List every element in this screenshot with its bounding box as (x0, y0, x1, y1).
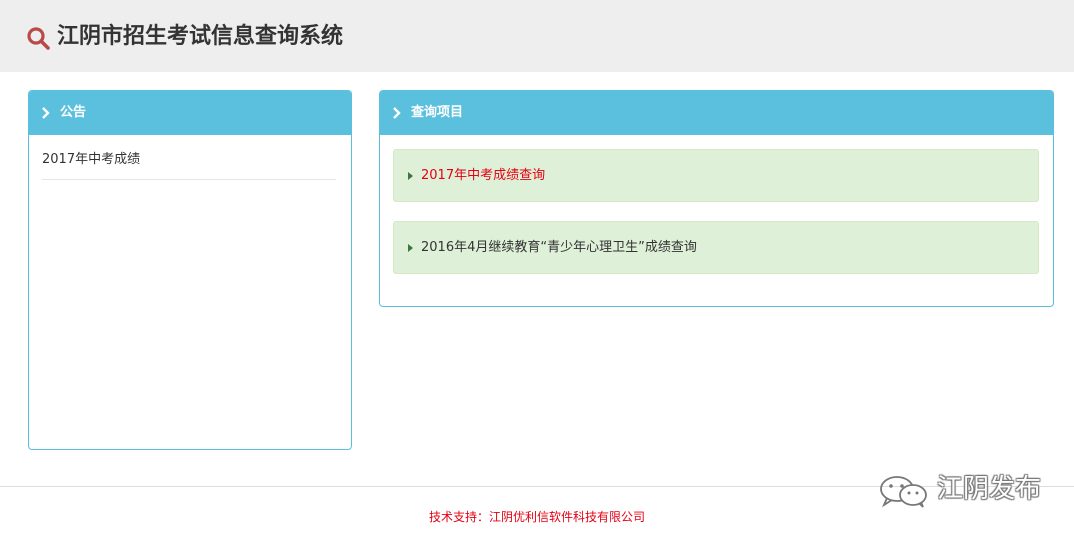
notice-panel: 公告 2017年中考成绩 (28, 90, 352, 450)
notice-panel-title: 公告 (60, 105, 87, 120)
watermark-text: 江阴发布 (937, 474, 1042, 504)
notice-item-2017-zhongkao[interactable]: 2017年中考成绩 (42, 149, 336, 180)
page-header: 江阴市招生考试信息查询系统 (0, 0, 1074, 72)
watermark: 江阴发布 (877, 470, 1057, 510)
page-title: 江阴市招生考试信息查询系统 (57, 24, 344, 49)
caret-right-icon (408, 172, 413, 180)
query-panel-heading: 查询项目 (380, 91, 1053, 135)
search-icon (27, 27, 50, 50)
query-panel: 查询项目 2017年中考成绩查询 2016年4月继续教育“青少年心理卫生”成绩查… (379, 90, 1054, 307)
query-item-label[interactable]: 2017年中考成绩查询 (421, 166, 545, 186)
wechat-icon (880, 476, 927, 508)
chevron-right-icon (393, 107, 401, 119)
caret-right-icon (408, 244, 413, 252)
query-item-2017-zhongkao[interactable]: 2017年中考成绩查询 (393, 149, 1039, 202)
query-item-2016-continuing-education[interactable]: 2016年4月继续教育“青少年心理卫生”成绩查询 (393, 221, 1039, 274)
query-item-label[interactable]: 2016年4月继续教育“青少年心理卫生”成绩查询 (421, 238, 697, 258)
footer-credit: 技术支持：江阴优利信软件科技有限公司 (428, 510, 645, 524)
chevron-right-icon (42, 107, 50, 119)
query-panel-title: 查询项目 (411, 105, 464, 120)
notice-panel-heading: 公告 (29, 91, 351, 135)
